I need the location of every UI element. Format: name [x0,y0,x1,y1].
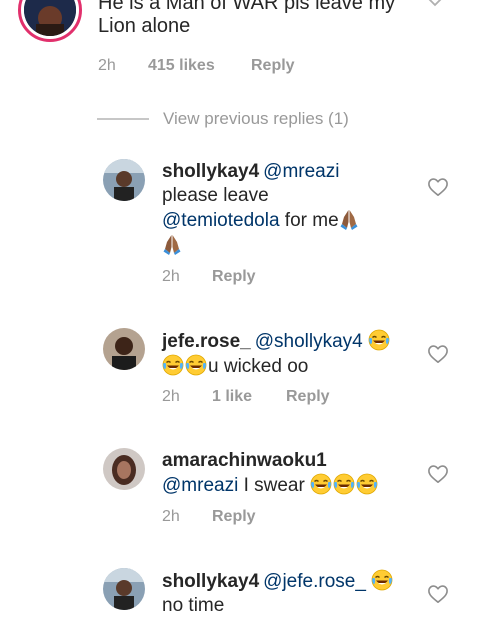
reply-1-line3-tail: for me [279,210,339,231]
reply-1-line2: please leave [162,185,269,206]
reply-2-body: u wicked oo [208,356,309,377]
reply-4-username[interactable]: shollykay4 [162,571,259,592]
avatar-image [103,448,145,490]
reply-2-likes[interactable]: 1 like [212,388,252,406]
face-with-tears-of-joy-icon [310,473,332,495]
avatar-shollykay4[interactable] [103,568,145,610]
reply-3-mention[interactable]: @mreazi [162,475,238,496]
face-with-tears-of-joy-icon [371,569,393,591]
face-with-tears-of-joy-icon [368,329,390,351]
reply-1-mention2[interactable]: @temiotedola [162,210,280,231]
reply-3-time: 2h [162,508,180,525]
reply-2-time: 2h [162,388,180,405]
reply-4-text: shollykay4 @jefe.rose_ no time [162,569,422,618]
top-comment-line1: He is a Man of WAR pls leave my [98,0,396,14]
folded-hands-icon [339,208,359,230]
top-comment-time: 2h [98,57,116,74]
avatar-shollykay4[interactable] [103,159,145,201]
face-with-tears-of-joy-icon [333,473,355,495]
heart-outline-icon[interactable] [427,344,449,364]
reply-1-mention[interactable]: @mreazi [263,161,339,182]
reply-1-username[interactable]: shollykay4 [162,161,259,182]
avatar-image [103,328,145,370]
avatar-image [24,0,76,36]
heart-outline-icon[interactable] [427,584,449,604]
avatar-jefe-rose[interactable] [103,328,145,370]
reply-1-text: shollykay4 @mreazi please leave @temioted… [162,160,412,258]
view-previous-replies-link[interactable]: View previous replies (1) [163,109,349,129]
reply-3-body: I swear [238,475,311,496]
folded-hands-icon [162,233,182,255]
replies-divider [97,118,149,120]
top-comment-reply-button[interactable]: Reply [251,57,295,75]
face-with-tears-of-joy-icon [356,473,378,495]
avatar-amarachinwaoku1[interactable] [103,448,145,490]
reply-4-mention[interactable]: @jefe.rose_ [263,571,366,592]
face-with-tears-of-joy-icon [162,354,184,376]
avatar-image [103,568,145,610]
reply-2-mention[interactable]: @shollykay4 [255,331,363,352]
avatar-image [103,159,145,201]
heart-outline-icon[interactable] [427,464,449,484]
reply-2-reply-button[interactable]: Reply [286,388,330,406]
top-comment-text: He is a Man of WAR pls leave my Lion alo… [98,0,438,38]
chevron-down-icon[interactable] [427,0,443,7]
avatar-top-commenter[interactable] [18,0,82,42]
top-comment-likes[interactable]: 415 likes [148,57,215,75]
reply-2-text: jefe.rose_ @shollykay4 u wicked oo [162,329,422,379]
face-with-tears-of-joy-icon [185,354,207,376]
reply-1-reply-button[interactable]: Reply [212,268,256,286]
reply-1-time: 2h [162,268,180,285]
heart-outline-icon[interactable] [427,177,449,197]
top-comment-line2: Lion alone [98,15,191,37]
reply-4-body: no time [162,595,225,616]
reply-3-username[interactable]: amarachinwaoku1 [162,450,327,471]
reply-3-text: amarachinwaoku1 @mreazi I swear [162,449,422,498]
reply-2-username[interactable]: jefe.rose_ [162,331,251,352]
reply-3-reply-button[interactable]: Reply [212,508,256,526]
